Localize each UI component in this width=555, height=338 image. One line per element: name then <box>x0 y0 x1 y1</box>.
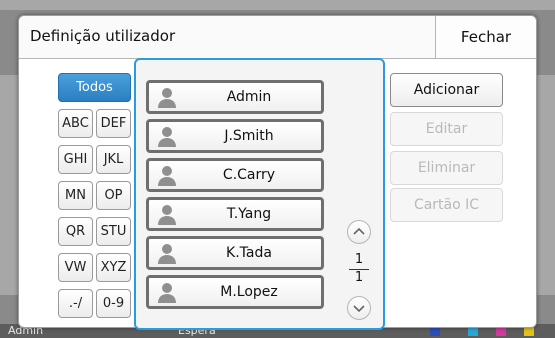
filter-key-vw[interactable]: VW <box>58 253 93 282</box>
person-icon <box>158 244 176 264</box>
person-icon <box>158 205 176 225</box>
user-item[interactable]: T.Yang <box>146 197 324 231</box>
dialog-title: Definição utilizador <box>30 27 176 45</box>
user-name: M.Lopez <box>220 284 278 300</box>
filter-key-digits[interactable]: 0-9 <box>96 289 131 318</box>
user-item[interactable]: K.Tada <box>146 236 324 270</box>
background-right-panel <box>536 75 555 295</box>
close-button[interactable]: Fechar <box>435 16 536 58</box>
background-left-panel <box>0 75 18 295</box>
user-settings-dialog: Definição utilizador Fechar Todos ABC DE… <box>18 15 537 330</box>
chevron-down-icon <box>353 305 365 313</box>
ink-level-icon <box>524 327 534 336</box>
filter-key-all[interactable]: Todos <box>58 73 131 102</box>
add-button[interactable]: Adicionar <box>390 73 503 107</box>
user-name: K.Tada <box>226 245 272 261</box>
ink-level-icon <box>496 327 506 336</box>
person-icon <box>158 283 176 303</box>
ink-level-icon <box>430 327 440 336</box>
page-current: 1 <box>354 252 364 267</box>
user-item[interactable]: M.Lopez <box>146 275 324 309</box>
filter-key-ghi[interactable]: GHI <box>58 145 93 174</box>
filter-key-qr[interactable]: QR <box>58 217 93 246</box>
user-name: Admin <box>226 89 272 105</box>
user-name: J.Smith <box>224 128 274 144</box>
filter-key-def[interactable]: DEF <box>96 109 131 138</box>
dialog-header: Definição utilizador Fechar <box>19 16 536 59</box>
chevron-up-icon <box>353 227 365 235</box>
filter-key-xyz[interactable]: XYZ <box>96 253 131 282</box>
filter-key-mn[interactable]: MN <box>58 181 93 210</box>
user-item[interactable]: Admin <box>146 80 324 114</box>
delete-button[interactable]: Eliminar <box>390 151 503 185</box>
user-item[interactable]: J.Smith <box>146 119 324 153</box>
filter-key-jkl[interactable]: JKL <box>96 145 131 174</box>
user-item[interactable]: C.Carry <box>146 158 324 192</box>
filter-key-stu[interactable]: STU <box>96 217 131 246</box>
scroll-down-button[interactable] <box>347 296 371 320</box>
filter-key-op[interactable]: OP <box>96 181 131 210</box>
edit-button[interactable]: Editar <box>390 112 503 146</box>
filter-key-abc[interactable]: ABC <box>58 109 93 138</box>
ink-level-icon <box>468 327 478 336</box>
person-icon <box>158 166 176 186</box>
user-name: T.Yang <box>226 206 272 222</box>
user-name: C.Carry <box>222 167 276 183</box>
person-icon <box>158 88 176 108</box>
page-total: 1 <box>354 270 364 285</box>
user-list-panel: Admin J.Smith C.Carry T.Yang K.Tada M.Lo… <box>134 58 385 330</box>
scroll-up-button[interactable] <box>347 220 371 244</box>
ic-card-button[interactable]: Cartão IC <box>390 188 503 222</box>
background-topbar <box>0 0 555 10</box>
person-icon <box>158 127 176 147</box>
filter-key-symbols[interactable]: .-/ <box>58 289 93 318</box>
